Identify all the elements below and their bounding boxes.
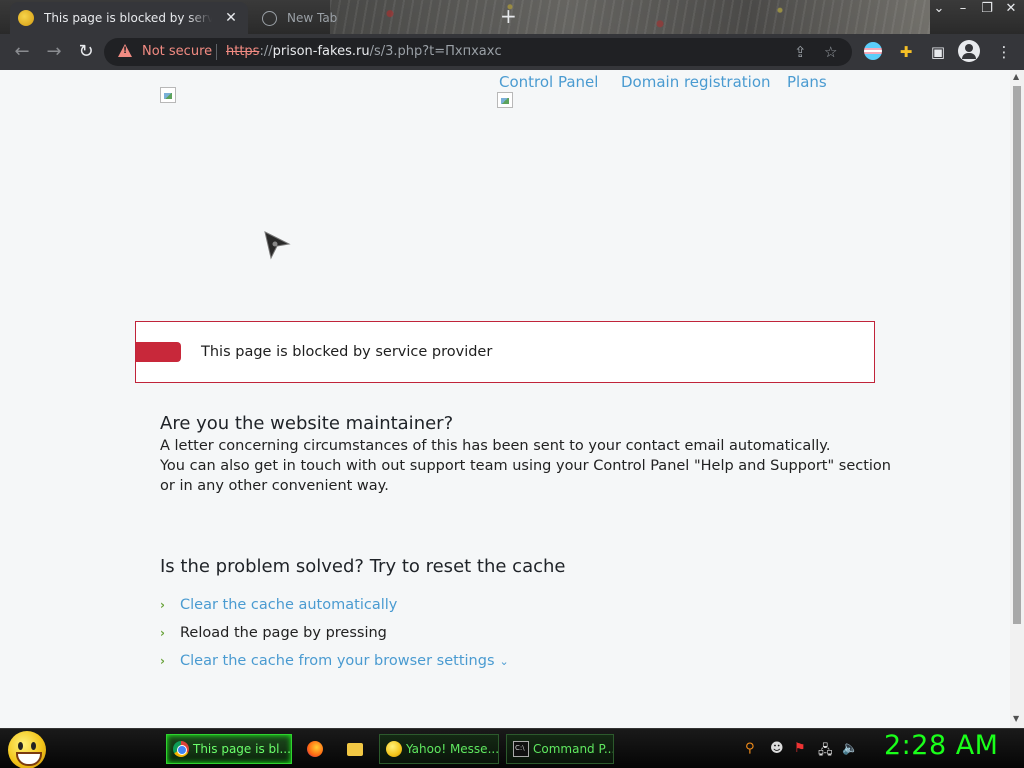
scroll-up-arrow-icon[interactable]: ▲ [1013, 72, 1019, 81]
action-center-flag-icon[interactable]: ⚑ [794, 741, 806, 756]
forward-arrow-icon[interactable]: → [42, 41, 66, 63]
list-item: › Reload the page by pressing [160, 623, 387, 643]
reload-icon[interactable]: ↻ [74, 41, 98, 63]
new-tab-icon[interactable]: + [500, 6, 517, 26]
security-label[interactable]: Not secure [142, 44, 212, 59]
taskbar-button-label: Yahoo! Messe... [406, 742, 499, 756]
taskbar-button-label: This page is bl... [193, 742, 291, 756]
nav-control-panel[interactable]: Control Panel [499, 73, 598, 91]
close-window-icon[interactable]: ✕ [1000, 0, 1022, 18]
alert-message: This page is blocked by service provider [201, 344, 493, 360]
search-icon[interactable]: ⚲ [745, 741, 755, 756]
taskbar-button-label: Command P... [533, 742, 614, 756]
taskbar-firefox-button[interactable] [300, 734, 330, 764]
url-scheme-separator: :// [259, 44, 273, 59]
tab-title: This page is blocked by service p [44, 11, 212, 25]
taskbar: This page is bl... Yahoo! Messe... C:\ C… [0, 728, 1024, 768]
nav-domain-registration[interactable]: Domain registration [621, 73, 771, 91]
maintainer-text-line: or in any other convenient way. [160, 478, 389, 494]
broken-image-icon [497, 92, 513, 108]
extension-flag-icon[interactable] [864, 42, 884, 62]
clear-cache-automatically-link[interactable]: Clear the cache automatically [180, 597, 397, 613]
network-icon[interactable]: 🖧 [818, 741, 833, 763]
minimize-icon[interactable]: – [952, 0, 974, 18]
chrome-icon [173, 741, 189, 757]
extensions-puzzle-icon[interactable]: ✚ [896, 42, 916, 62]
back-arrow-icon[interactable]: ← [10, 41, 34, 63]
address-bar[interactable]: Not secure https://prison-fakes.ru/s/3.p… [104, 38, 852, 66]
globe-icon [262, 10, 277, 26]
cache-heading: Is the problem solved? Try to reset the … [160, 556, 566, 577]
browser-toolbar: ← → ↻ Not secure https://prison-fakes.ru… [0, 34, 1024, 70]
nav-plans[interactable]: Plans [787, 73, 827, 91]
omnibox-divider [216, 44, 217, 60]
kebab-menu-icon[interactable]: ⋮ [994, 42, 1014, 62]
warning-icon [118, 44, 132, 57]
profile-button[interactable] [958, 40, 982, 64]
blocked-alert-box: This page is blocked by service provider [135, 321, 875, 383]
chevron-right-icon: › [160, 626, 165, 640]
start-button-smiley-icon[interactable] [8, 731, 46, 768]
tab-title: New Tab [287, 11, 338, 25]
share-icon[interactable]: ⇪ [794, 43, 807, 61]
page-scrollbar[interactable]: ▲ ▼ [1010, 70, 1024, 728]
url-text[interactable]: https://prison-fakes.ru/s/3.php?t=Пхпхах… [226, 44, 502, 59]
maintainer-text-line: A letter concerning circumstances of thi… [160, 438, 831, 454]
tab-close-icon[interactable]: ✕ [222, 10, 240, 26]
scroll-down-arrow-icon[interactable]: ▼ [1013, 714, 1019, 723]
flag-icon [864, 42, 882, 60]
tab-strip: This page is blocked by service p ✕ New … [0, 0, 1024, 34]
mouse-cursor-icon [264, 231, 291, 260]
scrollbar-thumb[interactable] [1013, 86, 1021, 624]
chevron-right-icon: › [160, 598, 165, 612]
chevron-right-icon: › [160, 654, 165, 668]
taskbar-yahoo-messenger-button[interactable]: Yahoo! Messe... [379, 734, 499, 764]
bookmark-star-icon[interactable]: ☆ [824, 43, 837, 61]
screen: This page is blocked by service p ✕ New … [0, 0, 1024, 768]
taskbar-chrome-button[interactable]: This page is bl... [166, 734, 292, 764]
taskbar-command-prompt-button[interactable]: C:\ Command P... [506, 734, 614, 764]
clear-cache-settings-link[interactable]: Clear the cache from your browser settin… [180, 653, 495, 669]
url-host: prison-fakes.ru [272, 44, 370, 59]
yahoo-messenger-icon [386, 741, 402, 757]
list-item: › Clear the cache automatically [160, 595, 397, 615]
tab-active[interactable]: This page is blocked by service p ✕ [10, 2, 248, 34]
alert-marker [136, 342, 181, 362]
command-prompt-icon: C:\ [513, 741, 529, 757]
chevron-down-icon[interactable]: ⌄ [500, 655, 509, 668]
url-path: /s/3.php?t=Пхпхахс [369, 44, 502, 59]
page-viewport: Control Panel Domain registration Plans … [0, 70, 1010, 728]
taskbar-explorer-button[interactable] [340, 734, 370, 764]
restore-icon[interactable]: ❐ [976, 0, 998, 18]
volume-icon[interactable]: 🔈 [842, 741, 858, 756]
broken-logo-image-icon [160, 87, 176, 103]
url-scheme: https [226, 44, 260, 59]
reload-instruction: Reload the page by pressing [180, 625, 387, 641]
firefox-icon [307, 741, 323, 757]
clock[interactable]: 2:28 AM [884, 730, 998, 761]
list-item: › Clear the cache from your browser sett… [160, 651, 509, 671]
chevron-down-icon[interactable]: ⌄ [928, 0, 950, 18]
side-panel-icon[interactable]: ▣ [928, 42, 948, 62]
tab-new-tab[interactable]: New Tab [256, 2, 476, 34]
maintainer-heading: Are you the website maintainer? [160, 413, 454, 434]
smiley-favicon-icon [18, 10, 34, 26]
profile-avatar-icon [958, 40, 980, 62]
messenger-tray-icon[interactable]: ☻ [770, 741, 784, 756]
maintainer-text-line: You can also get in touch with out suppo… [160, 458, 891, 474]
folder-icon [347, 742, 363, 756]
